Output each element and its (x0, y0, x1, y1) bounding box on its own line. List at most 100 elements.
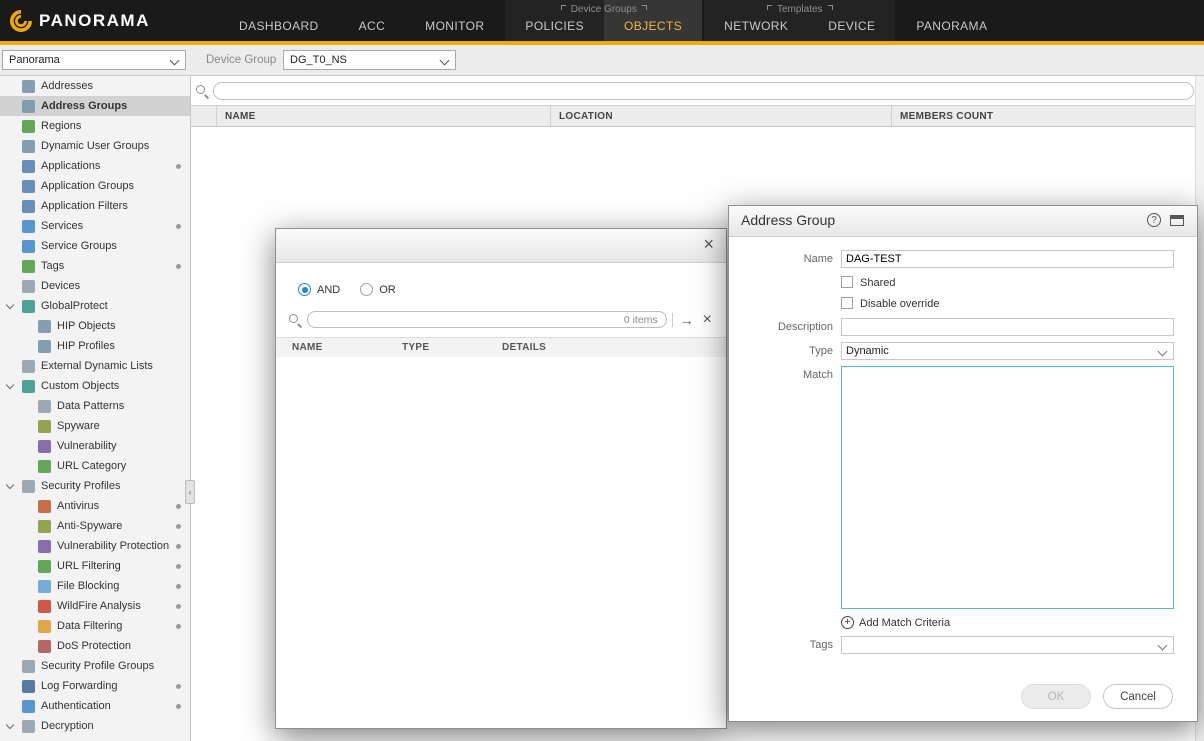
sidebar-item-wildfire-analysis[interactable]: WildFire Analysis (0, 596, 190, 616)
filter-input[interactable] (316, 313, 620, 326)
context-select-value: Panorama (9, 54, 60, 66)
sidebar-item-addresses[interactable]: Addresses (0, 76, 190, 96)
sidebar-item-tags[interactable]: Tags (0, 256, 190, 276)
picker-table-header: NAME TYPE DETAILS (276, 337, 726, 358)
disable-override-checkbox[interactable] (841, 297, 853, 309)
device-group-select[interactable]: DG_T0_NS (283, 50, 456, 70)
globalprotect-icon (22, 300, 35, 313)
sidebar-item-label: File Blocking (57, 580, 119, 592)
sidebar-item-dos-protection[interactable]: DoS Protection (0, 636, 190, 656)
or-radio-label: OR (379, 284, 396, 296)
close-icon[interactable]: × (703, 234, 714, 254)
sidebar-item-label: Anti-Spyware (57, 520, 122, 532)
tab-label: OBJECTS (624, 19, 682, 33)
shared-checkbox[interactable] (841, 276, 853, 288)
anti-spyware-icon (38, 520, 51, 533)
tab-acc[interactable]: ACC (339, 0, 406, 41)
add-match-criteria-label: Add Match Criteria (859, 617, 950, 629)
tags-icon (22, 260, 35, 273)
address-groups-icon (22, 100, 35, 113)
match-textarea[interactable] (841, 366, 1174, 609)
sidebar-item-service-groups[interactable]: Service Groups (0, 236, 190, 256)
tab-label: MONITOR (425, 19, 484, 33)
chevron-down-icon[interactable] (6, 301, 14, 309)
sidebar-item-dynamic-user-groups[interactable]: Dynamic User Groups (0, 136, 190, 156)
cancel-button[interactable]: Cancel (1103, 684, 1173, 709)
templates-group-label: Templates (704, 4, 895, 15)
apply-filter-arrow-icon[interactable]: → (678, 313, 696, 327)
search-input[interactable] (213, 82, 1194, 100)
clear-filter-icon[interactable]: × (701, 312, 714, 328)
security-profile-groups-icon (22, 660, 35, 673)
sidebar-item-vulnerability[interactable]: Vulnerability (0, 436, 190, 456)
picker-header-type[interactable]: TYPE (402, 342, 502, 353)
vulnerability-protection-icon (38, 540, 51, 553)
sidebar-item-applications[interactable]: Applications (0, 156, 190, 176)
tab-panorama[interactable]: PANORAMA (896, 0, 1007, 41)
chevron-down-icon (1158, 347, 1168, 357)
sidebar-item-label: Authentication (41, 700, 111, 712)
picker-header-details[interactable]: DETAILS (502, 342, 726, 353)
table-header-name[interactable]: NAME (217, 106, 551, 126)
name-field[interactable] (841, 250, 1174, 268)
sidebar-item-security-profiles[interactable]: Security Profiles (0, 476, 190, 496)
context-select[interactable]: Panorama (2, 50, 186, 70)
or-radio[interactable] (360, 283, 373, 296)
sidebar-item-label: Security Profile Groups (41, 660, 154, 672)
chevron-down-icon[interactable] (6, 381, 14, 389)
type-select[interactable]: Dynamic (841, 342, 1174, 360)
chevron-down-icon[interactable] (6, 721, 14, 729)
sidebar-item-data-patterns[interactable]: Data Patterns (0, 396, 190, 416)
sidebar-item-url-category[interactable]: URL Category (0, 456, 190, 476)
sidebar-item-spyware[interactable]: Spyware (0, 416, 190, 436)
picker-header-name[interactable]: NAME (276, 342, 402, 353)
sidebar-item-regions[interactable]: Regions (0, 116, 190, 136)
sidebar-item-anti-spyware[interactable]: Anti-Spyware (0, 516, 190, 536)
sidebar-item-application-groups[interactable]: Application Groups (0, 176, 190, 196)
sidebar-item-antivirus[interactable]: Antivirus (0, 496, 190, 516)
sidebar-item-label: Applications (41, 160, 100, 172)
sidebar-item-services[interactable]: Services (0, 216, 190, 236)
sidebar-item-authentication[interactable]: Authentication (0, 696, 190, 716)
search-icon (288, 313, 302, 327)
table-header-location[interactable]: LOCATION (551, 106, 892, 126)
description-field[interactable] (841, 318, 1174, 336)
sidebar-item-file-blocking[interactable]: File Blocking (0, 576, 190, 596)
sidebar-item-external-dynamic-lists[interactable]: External Dynamic Lists (0, 356, 190, 376)
and-radio[interactable] (298, 283, 311, 296)
tab-dashboard[interactable]: DASHBOARD (219, 0, 339, 41)
sidebar-item-label: Application Filters (41, 200, 128, 212)
sidebar-item-security-profile-groups[interactable]: Security Profile Groups (0, 656, 190, 676)
sidebar-item-data-filtering[interactable]: Data Filtering (0, 616, 190, 636)
vulnerability-icon (38, 440, 51, 453)
sidebar-item-application-filters[interactable]: Application Filters (0, 196, 190, 216)
sidebar-item-decryption[interactable]: Decryption (0, 716, 190, 736)
sidebar-item-globalprotect[interactable]: GlobalProtect (0, 296, 190, 316)
ok-button[interactable]: OK (1021, 684, 1091, 709)
status-dot (176, 564, 181, 569)
sidebar-item-custom-objects[interactable]: Custom Objects (0, 376, 190, 396)
sidebar-item-vulnerability-protection[interactable]: Vulnerability Protection (0, 536, 190, 556)
chevron-down-icon[interactable] (6, 481, 14, 489)
add-match-criteria-button[interactable]: + Add Match Criteria (841, 616, 950, 629)
sidebar-item-hip-objects[interactable]: HIP Objects (0, 316, 190, 336)
sidebar-collapse-handle[interactable]: ‹ (185, 480, 195, 504)
tab-monitor[interactable]: MONITOR (405, 0, 504, 41)
tab-label: DEVICE (828, 19, 875, 33)
dialog-titlebar[interactable]: × (276, 229, 726, 263)
sidebar-item-address-groups[interactable]: Address Groups (0, 96, 190, 116)
docs-icon[interactable] (1170, 215, 1184, 226)
table-header-members-count[interactable]: MEMBERS COUNT (892, 106, 1196, 126)
sidebar-item-devices[interactable]: Devices (0, 276, 190, 296)
status-dot (176, 264, 181, 269)
context-toolbar: Panorama Device Group DG_T0_NS (0, 45, 1204, 76)
tags-select[interactable] (841, 636, 1174, 654)
sidebar-item-hip-profiles[interactable]: HIP Profiles (0, 336, 190, 356)
tab-label: DASHBOARD (239, 19, 319, 33)
help-icon[interactable]: ? (1147, 213, 1161, 227)
sidebar-item-label: Data Filtering (57, 620, 122, 632)
sidebar-item-log-forwarding[interactable]: Log Forwarding (0, 676, 190, 696)
dialog-titlebar[interactable]: Address Group ? (729, 206, 1197, 237)
sidebar-item-url-filtering[interactable]: URL Filtering (0, 556, 190, 576)
and-radio-label: AND (317, 284, 340, 296)
